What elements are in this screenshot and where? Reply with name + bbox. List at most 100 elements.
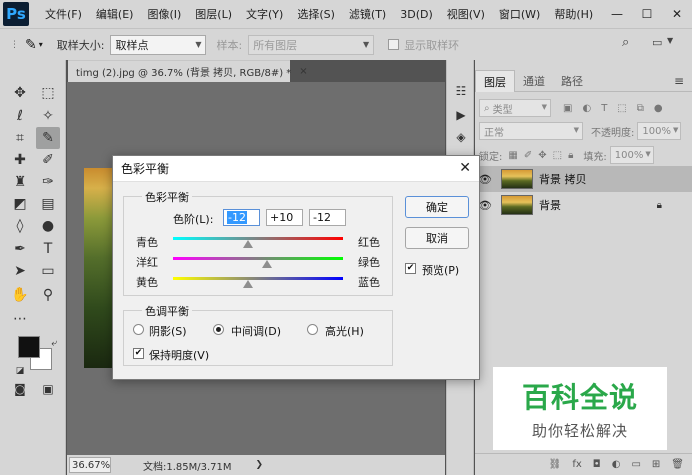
show-ring-checkbox[interactable] bbox=[388, 39, 400, 50]
adjustment-icon[interactable]: ◐ bbox=[612, 459, 621, 470]
cyan-red-track[interactable] bbox=[173, 237, 343, 240]
quick-mask-icon[interactable]: ◙ bbox=[8, 378, 32, 400]
type-tool-icon[interactable]: T bbox=[36, 238, 60, 260]
rectangle-tool-icon[interactable]: ▭ bbox=[36, 260, 60, 282]
preserve-luminosity-checkbox[interactable]: ✔ bbox=[133, 348, 144, 359]
trash-icon[interactable]: 🗑︎ bbox=[671, 459, 684, 470]
menu-help[interactable]: 帮助(H) bbox=[554, 6, 593, 22]
tab-layers[interactable]: 图层 bbox=[475, 70, 515, 92]
menu-window[interactable]: 窗口(W) bbox=[499, 6, 540, 22]
magenta-green-track[interactable] bbox=[173, 257, 343, 260]
ok-button[interactable]: 确定 bbox=[405, 196, 469, 218]
level-yellow-blue-input[interactable]: -12 bbox=[309, 209, 346, 226]
hand-tool-icon[interactable]: ✋ bbox=[8, 284, 32, 306]
crop-tool-icon[interactable]: ⌗ bbox=[8, 127, 32, 149]
menu-select[interactable]: 选择(S) bbox=[297, 6, 335, 22]
maximize-button[interactable]: ☐ bbox=[632, 0, 662, 28]
pen-tool-icon[interactable]: ✒ bbox=[8, 238, 32, 260]
brush-tool-icon[interactable]: ✐ bbox=[36, 149, 60, 171]
tab-channels[interactable]: 通道 bbox=[515, 70, 553, 92]
pixel-filter-icon[interactable]: ▣ bbox=[563, 103, 572, 114]
link-icon[interactable]: ⛓︎ bbox=[549, 459, 562, 470]
foreground-color-swatch-front[interactable] bbox=[18, 336, 40, 358]
fill-field[interactable]: 100% ▼ bbox=[609, 146, 654, 164]
menu-layer[interactable]: 图层(L) bbox=[195, 6, 232, 22]
blur-tool-icon[interactable]: ◊ bbox=[8, 215, 32, 237]
close-icon[interactable]: ✕ bbox=[459, 160, 471, 176]
cyan-red-slider-thumb[interactable] bbox=[242, 240, 253, 248]
healing-brush-tool-icon[interactable]: ✚ bbox=[8, 149, 32, 171]
shadows-radio[interactable] bbox=[133, 324, 144, 335]
layer-row[interactable]: 👁︎ 背景 🔒︎ bbox=[475, 192, 692, 218]
lasso-tool-icon[interactable]: ℓ bbox=[8, 105, 32, 127]
workspace-icon[interactable]: ▭ bbox=[652, 36, 662, 49]
zoom-tool-icon[interactable]: ⚲ bbox=[36, 284, 60, 306]
preview-checkbox[interactable]: ✔ bbox=[405, 263, 416, 274]
path-selection-tool-icon[interactable]: ➤ bbox=[8, 260, 32, 282]
close-icon[interactable]: × bbox=[299, 66, 307, 77]
level-cyan-red-input[interactable]: -12 bbox=[223, 209, 260, 226]
clone-stamp-tool-icon[interactable]: ♜ bbox=[8, 171, 32, 193]
shape-filter-icon[interactable]: ⬚ bbox=[617, 103, 626, 114]
cancel-button[interactable]: 取消 bbox=[405, 227, 469, 249]
panel-menu-icon[interactable]: ≡ bbox=[674, 74, 684, 88]
more-tools-icon[interactable]: ⋯ bbox=[8, 308, 32, 330]
tab-paths[interactable]: 路径 bbox=[553, 70, 591, 92]
lock-image-icon[interactable]: ✐ bbox=[524, 150, 532, 161]
midtones-radio[interactable] bbox=[213, 324, 224, 335]
lock-all-icon[interactable]: 🔒︎ bbox=[568, 150, 573, 161]
filter-toggle-icon[interactable]: ● bbox=[654, 103, 663, 114]
blend-mode-select[interactable]: 正常 ▼ bbox=[479, 122, 583, 140]
highlights-radio[interactable] bbox=[307, 324, 318, 335]
adjustment-filter-icon[interactable]: ◐ bbox=[582, 103, 591, 114]
mask-icon[interactable]: ◘ bbox=[593, 459, 601, 470]
3d-panel-icon[interactable]: ◈ bbox=[452, 128, 470, 146]
lock-artboard-icon[interactable]: ⬚ bbox=[553, 150, 562, 161]
magic-wand-tool-icon[interactable]: ✧ bbox=[36, 105, 60, 127]
magenta-green-slider-thumb[interactable] bbox=[261, 260, 272, 268]
level-magenta-green-input[interactable]: +10 bbox=[266, 209, 303, 226]
menu-view[interactable]: 视图(V) bbox=[447, 6, 485, 22]
menu-file[interactable]: 文件(F) bbox=[45, 6, 82, 22]
move-tool-icon[interactable]: ✥ bbox=[8, 82, 32, 104]
type-filter-icon[interactable]: T bbox=[601, 103, 607, 114]
lock-transparent-icon[interactable]: ▦ bbox=[508, 150, 517, 161]
menu-3d[interactable]: 3D(D) bbox=[400, 8, 433, 21]
lock-position-icon[interactable]: ✥ bbox=[538, 150, 546, 161]
minimize-button[interactable]: — bbox=[602, 0, 632, 28]
marquee-tool-icon[interactable]: ⬚ bbox=[36, 82, 60, 104]
menu-edit[interactable]: 编辑(E) bbox=[96, 6, 134, 22]
history-brush-tool-icon[interactable]: ✑ bbox=[36, 171, 60, 193]
layer-row[interactable]: 👁︎ 背景 拷贝 bbox=[475, 166, 692, 192]
yellow-blue-track[interactable] bbox=[173, 277, 343, 280]
menu-type[interactable]: 文字(Y) bbox=[246, 6, 283, 22]
zoom-field[interactable]: 36.67% bbox=[69, 457, 111, 473]
tool-preset-caret-icon[interactable]: ▾ bbox=[39, 40, 43, 49]
new-layer-icon[interactable]: ⊞ bbox=[652, 459, 660, 470]
sample-size-select[interactable]: 取样点 ▼ bbox=[110, 34, 207, 55]
fx-icon[interactable]: fx bbox=[572, 459, 581, 470]
actions-panel-icon[interactable]: ▶ bbox=[452, 106, 470, 124]
eyedropper-tool-icon[interactable]: ✎ bbox=[25, 37, 37, 53]
eraser-tool-icon[interactable]: ◩ bbox=[8, 193, 32, 215]
smart-object-filter-icon[interactable]: ⧉ bbox=[637, 103, 644, 114]
opacity-field[interactable]: 100% ▼ bbox=[637, 122, 682, 140]
chevron-down-icon[interactable]: ▼ bbox=[667, 36, 673, 45]
close-window-button[interactable]: ✕ bbox=[662, 0, 692, 28]
dodge-tool-icon[interactable]: ● bbox=[36, 215, 60, 237]
history-panel-icon[interactable]: ☷ bbox=[452, 82, 470, 100]
screen-mode-icon[interactable]: ▣ bbox=[36, 378, 60, 400]
eyedropper-tool-icon[interactable]: ✎ bbox=[36, 127, 60, 149]
sample-select[interactable]: 所有图层 ▼ bbox=[248, 34, 375, 55]
chevron-right-icon[interactable]: ❯ bbox=[256, 460, 264, 470]
dialog-titlebar[interactable]: 色彩平衡 ✕ bbox=[113, 156, 479, 182]
gradient-tool-icon[interactable]: ▤ bbox=[36, 193, 60, 215]
search-icon[interactable]: ⌕ bbox=[622, 35, 629, 50]
menu-image[interactable]: 图像(I) bbox=[147, 6, 181, 22]
folder-icon[interactable]: ▭ bbox=[631, 459, 640, 470]
filter-kind-select[interactable]: ⌕ 类型 ▼ bbox=[479, 99, 551, 117]
menu-filter[interactable]: 滤镜(T) bbox=[349, 6, 386, 22]
swap-colors-icon[interactable]: ⤶ bbox=[42, 332, 66, 354]
document-tab[interactable]: timg (2).jpg @ 36.7% (背景 拷贝, RGB/8#) * × bbox=[68, 60, 308, 82]
yellow-blue-slider-thumb[interactable] bbox=[242, 280, 253, 288]
